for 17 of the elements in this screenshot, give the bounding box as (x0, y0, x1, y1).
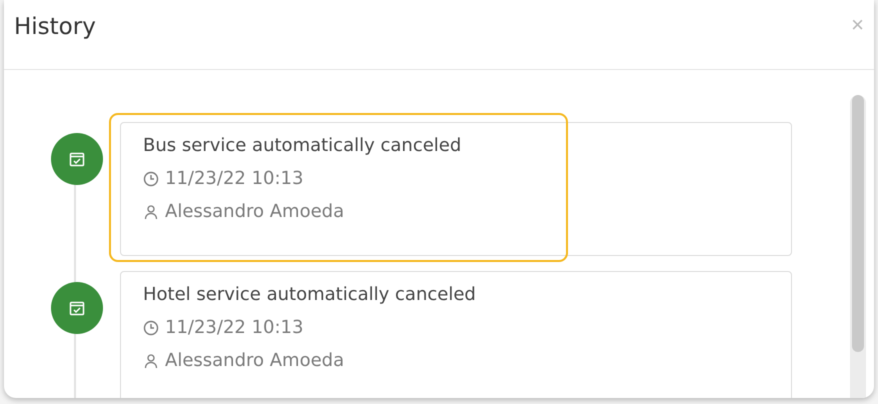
user-icon (143, 352, 159, 368)
event-title: Hotel service automatically canceled (143, 284, 477, 305)
event-user: Alessandro Amoeda (165, 350, 344, 371)
clock-icon (143, 170, 159, 186)
calendar-check-icon (69, 151, 85, 167)
event-time: 11/23/22 10:13 (165, 168, 304, 189)
scroll-thumb[interactable] (852, 95, 864, 352)
event-card[interactable]: Hotel service automatically canceled 11/23/22 10:13 Alessandro Amoeda (120, 271, 792, 398)
scrollbar[interactable] (850, 95, 866, 398)
calendar-check-icon (69, 300, 85, 316)
user-icon (143, 204, 159, 220)
event-title: Bus service automatically canceled (143, 135, 462, 156)
dialog-title: History (14, 14, 96, 40)
event-time: 11/23/22 10:13 (165, 317, 304, 338)
clock-icon (143, 320, 159, 336)
event-card[interactable]: Bus service automatically canceled 11/23/22 10:13 Alessandro Amoeda (120, 122, 792, 256)
event-user: Alessandro Amoeda (165, 201, 344, 222)
